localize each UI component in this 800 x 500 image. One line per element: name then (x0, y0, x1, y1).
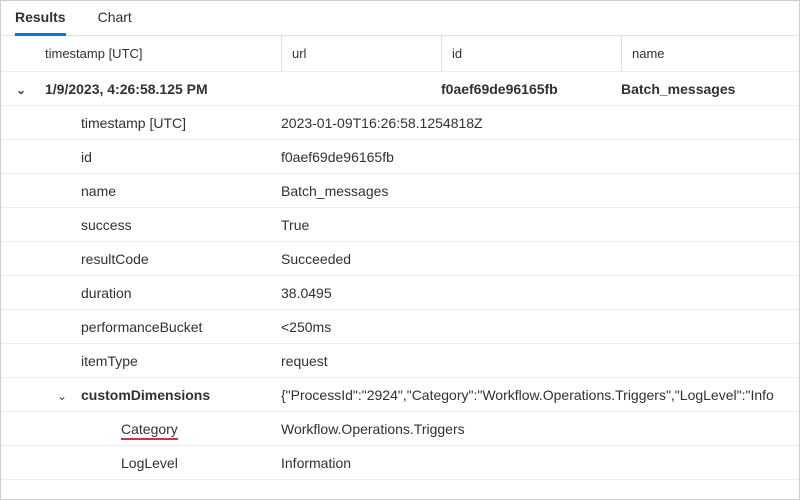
detail-val: 38.0495 (281, 285, 799, 301)
table-row[interactable]: ⌄ 1/9/2023, 4:26:58.125 PM f0aef69de9616… (1, 72, 799, 106)
detail-key: resultCode (1, 251, 281, 267)
tab-results[interactable]: Results (15, 1, 82, 35)
detail-row-id: id f0aef69de96165fb (1, 140, 799, 174)
cell-name: Batch_messages (621, 81, 799, 97)
header-name[interactable]: name (621, 36, 799, 71)
detail-val: Batch_messages (281, 183, 799, 199)
chevron-down-icon[interactable]: ⌄ (57, 389, 67, 403)
cell-timestamp: 1/9/2023, 4:26:58.125 PM (41, 81, 281, 97)
tabs-bar: Results Chart (1, 1, 799, 36)
detail-key: itemType (1, 353, 281, 369)
detail-row-itemtype: itemType request (1, 344, 799, 378)
detail-key: success (1, 217, 281, 233)
detail-key: timestamp [UTC] (1, 115, 281, 131)
detail-row-duration: duration 38.0495 (1, 276, 799, 310)
cell-id: f0aef69de96165fb (441, 81, 621, 97)
sub-key-category: Category (121, 421, 178, 440)
detail-row-success: success True (1, 208, 799, 242)
detail-key: customDimensions (81, 387, 210, 403)
detail-val: <250ms (281, 319, 799, 335)
detail-val: request (281, 353, 799, 369)
sub-val: Workflow.Operations.Triggers (281, 421, 799, 437)
detail-key: name (1, 183, 281, 199)
detail-key: performanceBucket (1, 319, 281, 335)
detail-row-name: name Batch_messages (1, 174, 799, 208)
sub-val: Information (281, 455, 799, 471)
header-url[interactable]: url (281, 36, 441, 71)
header-id[interactable]: id (441, 36, 621, 71)
detail-val: f0aef69de96165fb (281, 149, 799, 165)
sub-row-category: Category Workflow.Operations.Triggers (1, 412, 799, 446)
detail-row-resultcode: resultCode Succeeded (1, 242, 799, 276)
detail-row-timestamp: timestamp [UTC] 2023-01-09T16:26:58.1254… (1, 106, 799, 140)
detail-val: 2023-01-09T16:26:58.1254818Z (281, 115, 799, 131)
detail-row-performancebucket: performanceBucket <250ms (1, 310, 799, 344)
detail-val: Succeeded (281, 251, 799, 267)
detail-key: duration (1, 285, 281, 301)
chevron-down-icon[interactable]: ⌄ (16, 83, 26, 97)
sub-key: LogLevel (1, 455, 281, 471)
detail-val: True (281, 217, 799, 233)
sub-row-loglevel: LogLevel Information (1, 446, 799, 480)
table-header: timestamp [UTC] url id name (1, 36, 799, 72)
header-timestamp[interactable]: timestamp [UTC] (41, 46, 281, 61)
detail-key: id (1, 149, 281, 165)
detail-val: {"ProcessId":"2924","Category":"Workflow… (281, 387, 799, 403)
tab-chart[interactable]: Chart (98, 1, 148, 35)
detail-row-customdimensions[interactable]: ⌄ customDimensions {"ProcessId":"2924","… (1, 378, 799, 412)
